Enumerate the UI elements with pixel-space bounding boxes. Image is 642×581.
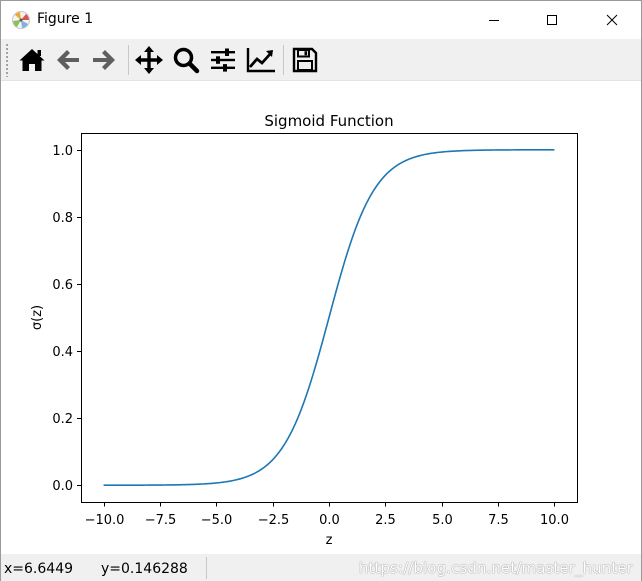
forward-button[interactable] [87,43,121,77]
y-axis-label: σ(z) [30,305,45,330]
watermark-text: https://blog.csdn.net/master_hunter [358,559,633,577]
arrow-left-icon [54,46,82,74]
minimize-button[interactable] [471,1,517,39]
y-tick-label: 0.8 [52,211,73,226]
cursor-x-readout: x=6.6449 [4,561,74,577]
pan-button[interactable] [132,43,166,77]
y-tick-label: 1.0 [52,144,73,159]
maximize-button[interactable] [529,1,575,39]
x-tick-label: 5.0 [432,513,453,528]
status-divider [206,557,207,579]
x-tick-label: 7.5 [488,513,509,528]
x-tick-label: 0.0 [319,513,340,528]
x-tick-label: −7.5 [145,513,177,528]
home-button[interactable] [15,43,49,77]
configure-subplots-button[interactable] [206,43,240,77]
zoom-button[interactable] [169,43,203,77]
x-tick-label: −2.5 [258,513,290,528]
toolbar-separator [128,45,129,75]
home-icon [18,46,46,74]
figure-canvas[interactable]: −10.0 −7.5 −5.0 −2.5 0.0 2.5 5.0 7.5 10.0 0.0 0.2… [1,82,641,554]
x-axis-label: z [326,533,333,548]
close-button[interactable] [589,1,635,39]
chart-trend-icon [246,46,276,74]
title-bar: Figure 1 [1,1,641,39]
magnifier-icon [172,46,200,74]
floppy-disk-icon [292,47,318,73]
y-tick-label: 0.6 [52,278,73,293]
window-title: Figure 1 [37,11,94,27]
toolbar-separator [283,45,284,75]
edit-axes-button[interactable] [244,43,278,77]
sliders-icon [209,46,237,74]
arrow-right-icon [90,46,118,74]
status-bar: x=6.6449 y=0.146288 https://blog.csdn.ne… [1,554,641,581]
chart-title: Sigmoid Function [264,112,393,130]
x-tick-label: −10.0 [85,513,125,528]
x-tick-label: 10.0 [540,513,569,528]
cursor-y-readout: y=0.146288 [101,561,188,577]
y-tick-label: 0.4 [52,345,73,360]
navigation-toolbar [1,39,641,81]
close-icon [606,11,618,30]
y-tick-label: 0.2 [52,412,73,427]
x-tick-label: 2.5 [375,513,396,528]
chart-svg: −10.0 −7.5 −5.0 −2.5 0.0 2.5 5.0 7.5 10.0 0.0 0.2… [30,112,578,548]
maximize-icon [546,11,558,30]
save-button[interactable] [288,43,322,77]
move-icon [134,45,164,75]
y-tick-label: 0.0 [52,479,73,494]
x-tick-label: −5.0 [201,513,233,528]
matplotlib-app-icon [11,10,31,30]
minimize-icon [488,11,500,30]
toolbar-grip[interactable] [5,43,9,77]
figure-window: Figure 1 −10.0 −7.5 −5.0 −2.5 0.0 2.5 5.… [0,0,642,581]
back-button[interactable] [51,43,85,77]
